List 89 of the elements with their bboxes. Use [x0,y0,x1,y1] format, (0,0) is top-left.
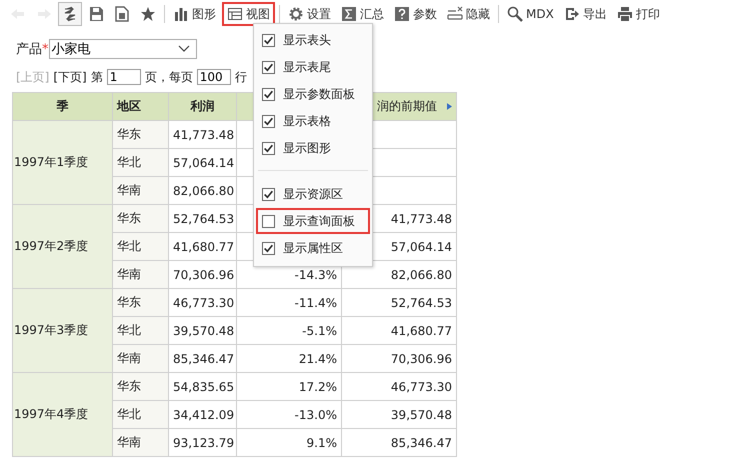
region-cell: 华北 [112,148,168,176]
product-dropdown[interactable]: 小家电 [48,39,196,59]
checkbox[interactable] [262,188,275,200]
next-page-link[interactable]: [下页] [53,68,87,86]
table-cell: 57,064.14 [168,148,236,176]
table-cell: -5.1% [236,316,342,344]
toolbar-button[interactable]: 导出 [560,2,611,26]
checkbox[interactable] [262,142,275,154]
table-cell: 70,306.96 [168,260,236,288]
checkbox[interactable] [262,214,275,228]
menu-item[interactable]: 显示表头 [256,27,370,53]
toolbar-button[interactable]: MDX [503,2,558,26]
table-cell: 21.4% [236,344,342,372]
region-cell: 华南 [112,176,168,204]
hide-icon [447,6,463,22]
table-cell: 93,123.79 [168,428,236,456]
toolbar-button[interactable]: 参数 [390,2,441,26]
expand-arrow-icon [447,103,452,110]
toolbar-button[interactable]: 打印 [612,2,664,26]
menu-item[interactable]: 显示查询面板 [256,208,370,234]
quarter-cell: 1997年4季度 [12,372,112,456]
menu-item[interactable]: 显示表尾 [256,54,370,80]
table-cell: 41,680.77 [168,232,236,260]
table-cell: 34,412.09 [168,400,236,428]
region-cell: 华南 [112,344,168,372]
field-label: 产品 [16,41,42,58]
table-cell: 41,773.48 [168,120,236,148]
table-cell: 52,764.53 [342,288,456,316]
toolbar-icon-button[interactable] [58,2,82,26]
page-input[interactable]: 1 [106,69,141,85]
region-cell: 华北 [112,316,168,344]
refresh-icon [62,6,78,22]
table-cell: 17.2% [236,372,342,400]
region-cell: 华东 [112,120,168,148]
checkbox[interactable] [262,242,275,254]
table-cell: 82,066.80 [168,176,236,204]
required-mark: * [42,42,48,56]
region-cell: 华东 [112,204,168,232]
layout-icon [227,6,243,22]
page-prefix: 第 [90,68,103,86]
table-cell: 82,066.80 [342,260,456,288]
table-cell: 41,680.77 [342,316,456,344]
region-cell: 华南 [112,260,168,288]
rows-label: 行 [234,68,247,86]
table-cell: 46,773.30 [168,288,236,316]
export-icon [564,6,580,22]
checkbox[interactable] [262,34,275,46]
save-icon [88,6,104,22]
table-cell: 52,764.53 [168,204,236,232]
document-icon [114,6,130,22]
quarter-cell: 1997年1季度 [12,120,112,204]
region-cell: 华北 [112,232,168,260]
checkbox[interactable] [262,114,275,128]
chevron-down-icon [178,45,190,53]
table-cell: 39,570.48 [168,316,236,344]
table-cell: 39,570.48 [342,400,456,428]
region-cell: 华东 [112,288,168,316]
printer-icon [616,6,633,22]
column-header: 地区 [112,92,168,120]
region-cell: 华南 [112,428,168,456]
checkbox[interactable] [262,88,275,100]
table-cell: 46,773.30 [342,372,456,400]
star-icon [140,6,156,22]
quarter-cell: 1997年2季度 [12,204,112,288]
column-header: 利润 [168,92,236,120]
region-cell: 华北 [112,400,168,428]
checkbox[interactable] [262,60,275,74]
settings-icon [288,6,304,22]
page-size-input[interactable]: 100 [196,69,231,85]
region-cell: 华东 [112,372,168,400]
bar-chart-icon [173,6,189,22]
help-icon [394,6,410,22]
page-suffix: 页，每页 [144,68,193,86]
column-header: 季 [12,92,112,120]
table-cell: 9.1% [236,428,342,456]
table-cell: -11.4% [236,288,342,316]
menu-item[interactable]: 显示资源区 [256,181,370,207]
table-cell: 70,306.96 [342,344,456,372]
toolbar-button[interactable]: 设置 [284,2,335,26]
table-cell: -13.0% [236,400,342,428]
table-cell: 85,346.47 [168,344,236,372]
sigma-icon [341,6,357,22]
search-icon [507,6,523,22]
table-cell: 54,835.65 [168,372,236,400]
menu-item[interactable]: 显示图形 [256,135,370,161]
toolbar-button[interactable]: 图形 [169,2,220,26]
quarter-cell: 1997年3季度 [12,288,112,372]
table-cell: 85,346.47 [342,428,456,456]
toolbar-button[interactable]: 隐藏 [443,2,494,26]
